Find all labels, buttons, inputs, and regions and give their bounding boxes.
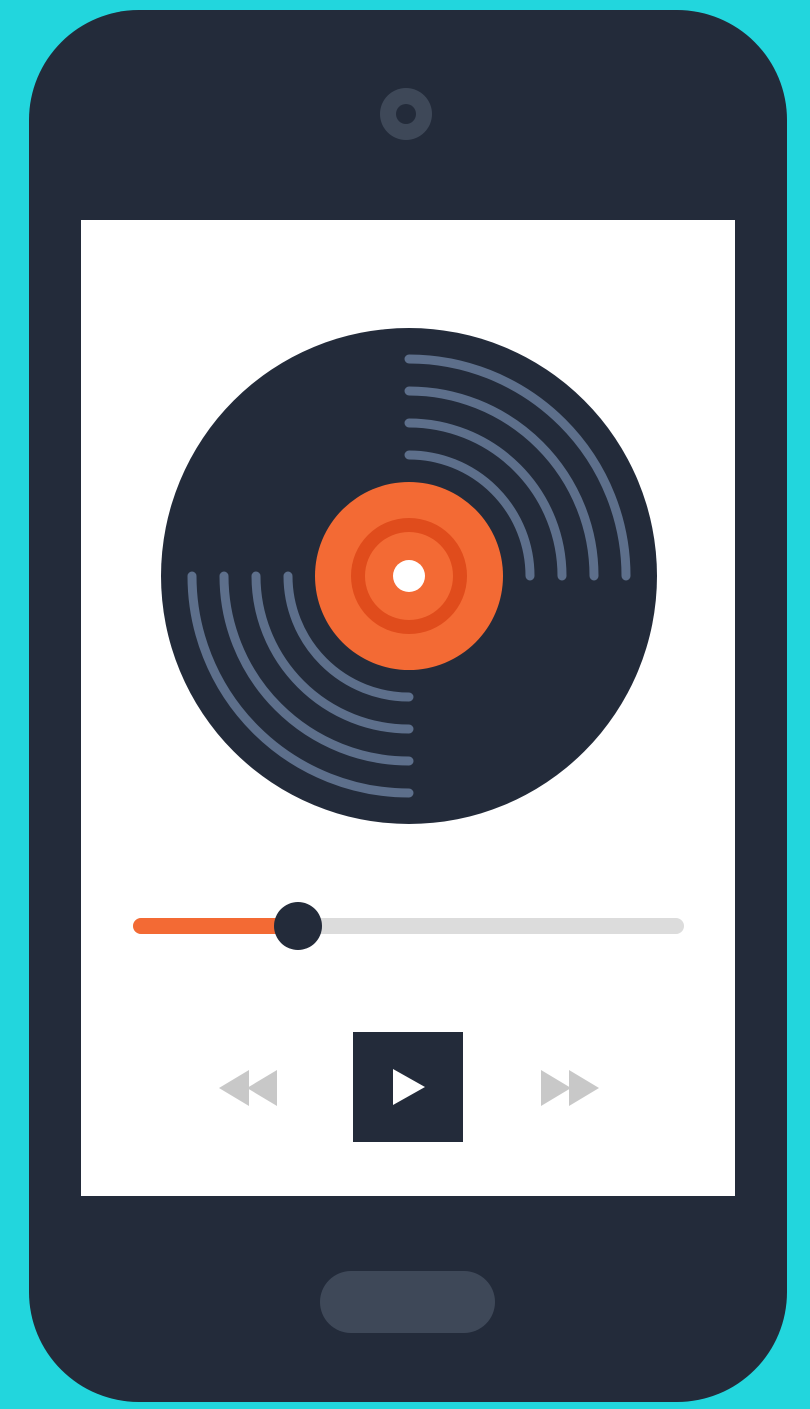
- rewind-icon: [219, 1070, 277, 1106]
- player-screen: [81, 220, 735, 1196]
- play-button[interactable]: [353, 1032, 463, 1142]
- camera-icon: [380, 88, 432, 140]
- rewind-button[interactable]: [219, 1070, 279, 1106]
- progress-knob[interactable]: [274, 902, 323, 950]
- fast-forward-button[interactable]: [539, 1070, 599, 1106]
- fast-forward-icon: [541, 1070, 599, 1106]
- vinyl-record-icon: [161, 328, 657, 824]
- play-icon: [393, 1069, 425, 1105]
- progress-bar[interactable]: [133, 902, 684, 950]
- record-spindle-hole: [393, 560, 425, 592]
- phone-device: [29, 10, 787, 1402]
- home-button[interactable]: [320, 1271, 495, 1333]
